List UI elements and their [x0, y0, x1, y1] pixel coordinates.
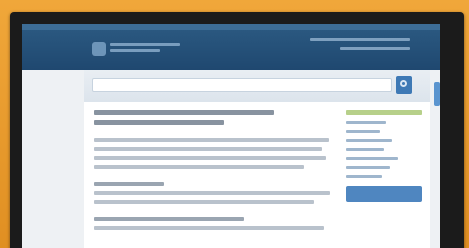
article-body — [94, 110, 334, 235]
sidebar-link[interactable] — [346, 166, 390, 169]
site-title-line — [110, 49, 160, 52]
text-line — [94, 138, 329, 142]
site-title-line — [110, 43, 180, 46]
site-header — [22, 24, 440, 70]
sidebar-callout-button[interactable] — [346, 186, 422, 202]
site-title[interactable] — [110, 43, 180, 53]
sidebar-link[interactable] — [346, 175, 382, 178]
text-line — [94, 165, 304, 169]
device-screen — [22, 24, 440, 248]
text-line — [94, 200, 314, 204]
header-link[interactable] — [340, 47, 410, 50]
header-link[interactable] — [310, 38, 410, 41]
search-icon — [400, 80, 407, 87]
sidebar — [346, 110, 422, 202]
search-button[interactable] — [396, 76, 412, 94]
search-input[interactable] — [92, 78, 392, 92]
sidebar-link[interactable] — [346, 157, 398, 160]
site-logo[interactable] — [92, 42, 106, 56]
text-line — [94, 156, 326, 160]
header-top-strip — [22, 24, 440, 30]
scroll-indicator[interactable] — [434, 82, 440, 106]
sidebar-link[interactable] — [346, 130, 380, 133]
search-band — [84, 70, 430, 102]
section-subheading — [94, 217, 244, 221]
text-line — [94, 147, 322, 151]
text-line — [94, 226, 324, 230]
sidebar-link[interactable] — [346, 121, 386, 124]
sidebar-link[interactable] — [346, 148, 384, 151]
sidebar-link[interactable] — [346, 139, 392, 142]
section-subheading — [94, 182, 164, 186]
main-content — [84, 70, 430, 248]
article-title-line — [94, 120, 224, 125]
sidebar-title — [346, 110, 422, 115]
text-line — [94, 191, 330, 195]
header-links — [310, 38, 410, 56]
article-title-line — [94, 110, 274, 115]
